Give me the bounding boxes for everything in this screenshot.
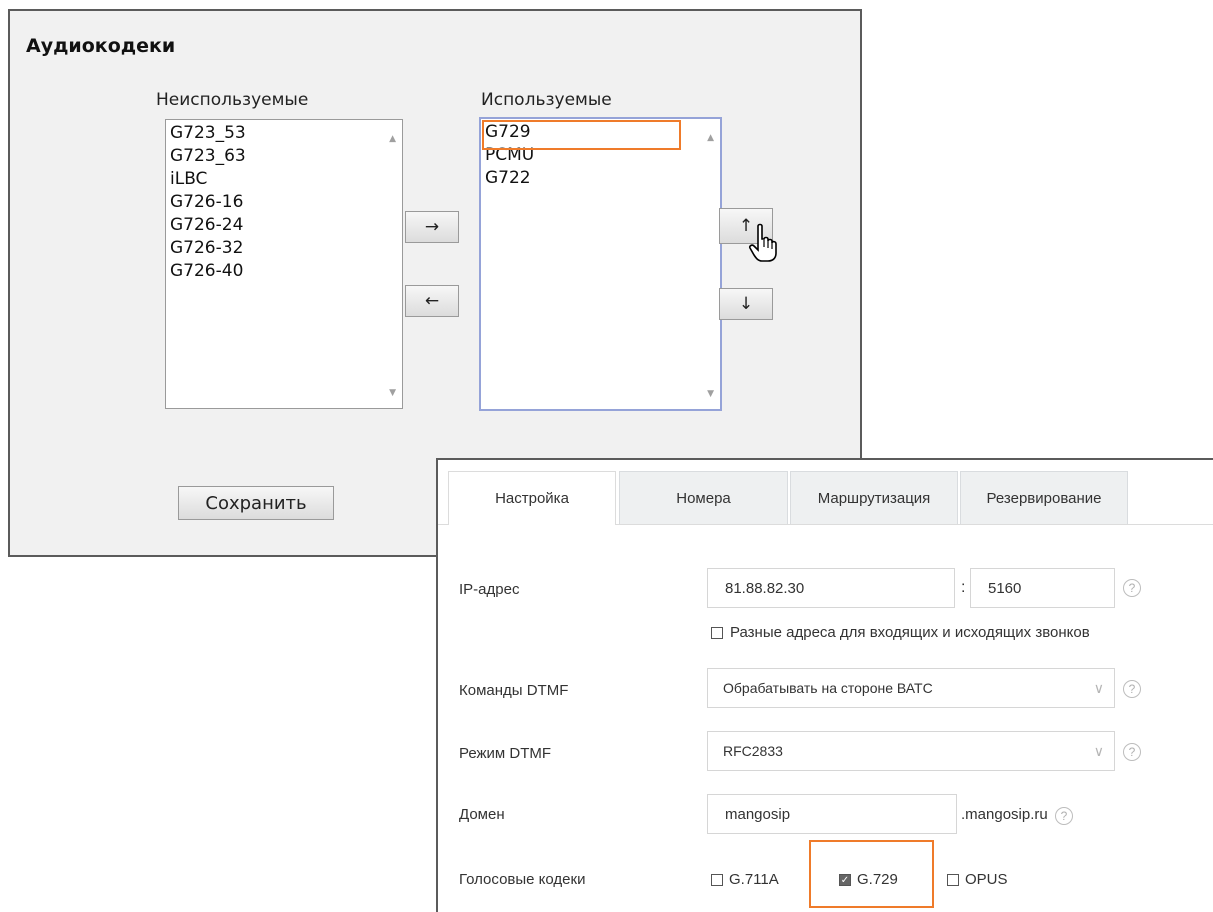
codec-g729-label: G.729	[857, 871, 898, 888]
different-addresses-checkbox[interactable]	[711, 627, 723, 639]
codec-g711a-label: G.711A	[729, 871, 779, 888]
unused-codecs-listbox[interactable]: G723_53 G723_63 iLBC G726-16 G726-24 G72…	[165, 119, 403, 409]
port-separator: :	[961, 579, 966, 596]
list-item[interactable]: G723_63	[166, 145, 402, 168]
codec-opus-label: OPUS	[965, 871, 1008, 888]
list-item[interactable]: G726-24	[166, 214, 402, 237]
scroll-up-arrow-icon[interactable]: ▲	[707, 133, 714, 143]
used-codecs-label: Используемые	[481, 90, 612, 110]
list-item[interactable]: iLBC	[166, 168, 402, 191]
port-input[interactable]: 5160	[970, 568, 1115, 608]
tab-numbers[interactable]: Номера	[619, 471, 788, 524]
help-icon[interactable]: ?	[1123, 743, 1141, 761]
dtmf-mode-label: Режим DTMF	[459, 745, 552, 762]
tab-reservation[interactable]: Резервирование	[960, 471, 1128, 524]
chevron-down-icon: ∨	[1093, 680, 1104, 696]
scroll-up-arrow-icon[interactable]: ▲	[389, 134, 396, 144]
unused-codecs-label: Неиспользуемые	[156, 90, 309, 110]
domain-suffix: .mangosip.ru	[961, 806, 1048, 823]
help-icon[interactable]: ?	[1055, 807, 1073, 825]
dtmf-mode-value: RFC2833	[723, 743, 783, 759]
dialog-title: Аудиокодеки	[26, 35, 176, 57]
dtmf-commands-value: Обрабатывать на стороне ВАТС	[723, 680, 933, 696]
tab-routing[interactable]: Маршрутизация	[790, 471, 958, 524]
hand-cursor-icon	[749, 223, 777, 262]
codec-opus-checkbox[interactable]	[947, 874, 959, 886]
dtmf-commands-label: Команды DTMF	[459, 682, 569, 699]
codec-g711a-checkbox[interactable]	[711, 874, 723, 886]
scroll-down-arrow-icon[interactable]: ▼	[389, 388, 396, 398]
list-item[interactable]: PCMU	[481, 144, 720, 167]
dtmf-commands-select[interactable]: Обрабатывать на стороне ВАТС ∨	[707, 668, 1115, 708]
scroll-down-arrow-icon[interactable]: ▼	[707, 389, 714, 399]
domain-label: Домен	[459, 806, 505, 823]
domain-input[interactable]: mangosip	[707, 794, 957, 834]
list-item[interactable]: G723_53	[166, 122, 402, 145]
voice-codecs-label: Голосовые кодеки	[459, 871, 586, 888]
ip-address-input[interactable]: 81.88.82.30	[707, 568, 955, 608]
help-icon[interactable]: ?	[1123, 680, 1141, 698]
ip-address-label: IP-адрес	[459, 581, 520, 598]
tab-bar: Настройка Номера Маршрутизация Резервиро…	[438, 460, 1213, 525]
list-item-selected[interactable]: G729	[481, 121, 720, 144]
dtmf-mode-select[interactable]: RFC2833 ∨	[707, 731, 1115, 771]
save-button[interactable]: Сохранить	[178, 486, 334, 520]
tab-settings[interactable]: Настройка	[448, 471, 616, 525]
help-icon[interactable]: ?	[1123, 579, 1141, 597]
list-item[interactable]: G726-40	[166, 260, 402, 283]
list-item[interactable]: G726-32	[166, 237, 402, 260]
different-addresses-label: Разные адреса для входящих и исходящих з…	[730, 624, 1090, 641]
codec-g729-checkbox[interactable]: ✓	[839, 874, 851, 886]
used-codecs-listbox[interactable]: G729 PCMU G722 ▲ ▼	[479, 117, 722, 411]
list-item[interactable]: G726-16	[166, 191, 402, 214]
move-down-button[interactable]: ↓	[719, 288, 773, 320]
chevron-down-icon: ∨	[1093, 743, 1104, 759]
sip-settings-panel: Настройка Номера Маршрутизация Резервиро…	[436, 458, 1213, 912]
list-item[interactable]: G722	[481, 167, 720, 190]
move-to-unused-button[interactable]: ←	[405, 285, 459, 317]
move-to-used-button[interactable]: →	[405, 211, 459, 243]
